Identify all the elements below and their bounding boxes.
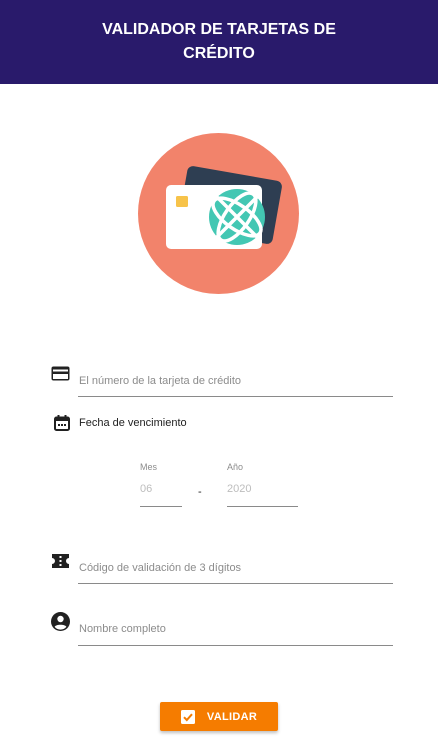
checkbox-icon: [180, 709, 195, 724]
ticket-icon: [51, 553, 70, 574]
full-name-underline: [78, 645, 393, 646]
year-label: Año: [227, 462, 244, 472]
cvv-underline: [78, 583, 393, 584]
year-underline: [227, 506, 298, 507]
app-header: VALIDADOR DE TARJETAS DE CRÉDITO: [0, 0, 438, 84]
calendar-icon: [54, 415, 70, 436]
account-circle-icon: [51, 612, 70, 636]
validate-button-label: VALIDAR: [206, 710, 258, 723]
month-label: Mes: [140, 462, 158, 472]
page-title: VALIDADOR DE TARJETAS DE CRÉDITO: [102, 21, 336, 62]
expiry-label: Fecha de vencimiento: [79, 417, 187, 429]
cvv-input[interactable]: Código de validación de 3 dígitos: [79, 562, 241, 574]
month-input[interactable]: 06: [140, 483, 152, 495]
credit-card-illustration: [138, 133, 299, 294]
card-number-input[interactable]: El número de la tarjeta de crédito: [79, 375, 241, 387]
month-underline: [140, 506, 182, 507]
credit-card-icon: [51, 366, 70, 386]
year-input[interactable]: 2020: [227, 483, 251, 495]
date-separator: -: [198, 486, 202, 498]
validate-button[interactable]: VALIDAR: [160, 702, 278, 731]
full-name-input[interactable]: Nombre completo: [79, 623, 166, 635]
card-number-underline: [78, 396, 393, 397]
